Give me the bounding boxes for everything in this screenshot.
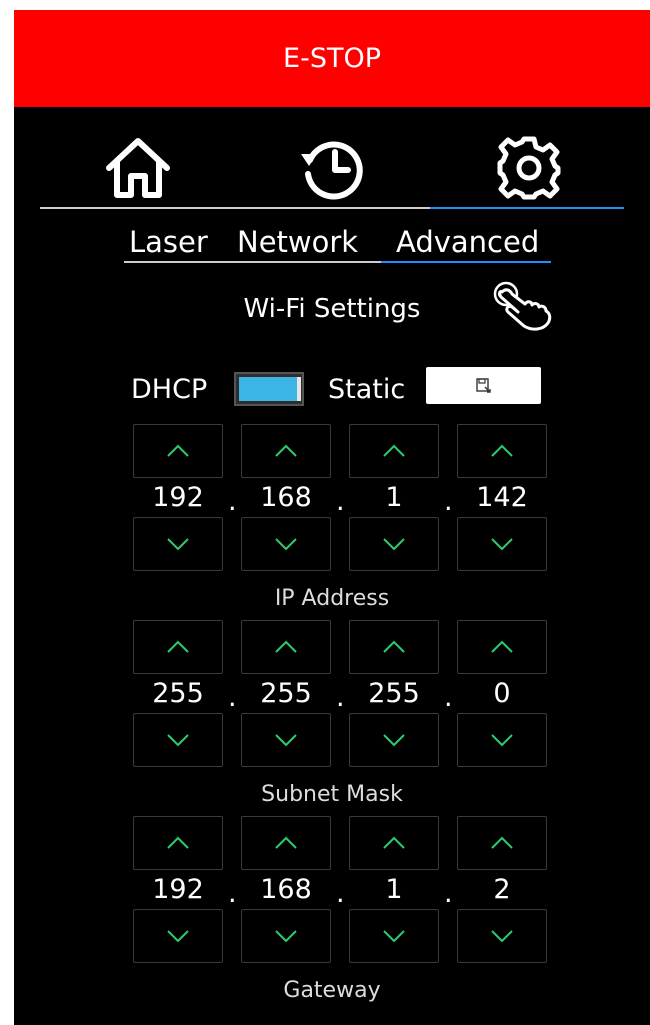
chevron-down-icon <box>383 538 405 551</box>
subnet-mask-octet-4: 0 <box>493 678 511 709</box>
gateway-octet-4-increment-button[interactable] <box>457 816 547 870</box>
octet-separator: . <box>228 486 237 517</box>
chevron-up-icon <box>491 444 513 457</box>
subnet-mask-octet-1: 255 <box>152 678 204 709</box>
octet-separator: . <box>444 682 453 713</box>
chevron-up-icon <box>491 836 513 849</box>
ip-address-octet-1: 192 <box>152 482 204 513</box>
chevron-up-icon <box>383 836 405 849</box>
dhcp-toggle-fill <box>239 377 301 401</box>
dhcp-label: DHCP <box>131 374 208 405</box>
chevron-down-icon <box>491 538 513 551</box>
chevron-up-icon <box>383 640 405 653</box>
gateway-octet-2: 168 <box>260 874 312 905</box>
nav-history[interactable] <box>292 130 372 205</box>
tab-advanced[interactable]: Advanced <box>396 222 539 262</box>
save-icon <box>475 377 491 393</box>
subnet-mask-octet-1-increment-button[interactable] <box>133 620 223 674</box>
chevron-down-icon <box>491 930 513 943</box>
hand-pointer-icon <box>493 281 552 331</box>
chevron-down-icon <box>383 930 405 943</box>
ip-address-label: IP Address <box>274 586 390 611</box>
ip-address-octet-2: 168 <box>260 482 312 513</box>
tab-network[interactable]: Network <box>237 222 358 262</box>
chevron-up-icon <box>275 640 297 653</box>
estop-button[interactable]: E-STOP <box>14 10 650 107</box>
gateway-octet-4: 2 <box>493 874 511 905</box>
ip-address-octet-3-increment-button[interactable] <box>349 424 439 478</box>
subnet-mask-octet-4-increment-button[interactable] <box>457 620 547 674</box>
chevron-up-icon <box>167 836 189 849</box>
static-label: Static <box>328 374 406 405</box>
octet-separator: . <box>228 878 237 909</box>
chevron-down-icon <box>275 538 297 551</box>
chevron-down-icon <box>167 930 189 943</box>
chevron-up-icon <box>275 444 297 457</box>
octet-separator: . <box>336 486 345 517</box>
subnet-mask-octet-2-decrement-button[interactable] <box>241 713 331 767</box>
subnet-mask-octet-3: 255 <box>368 678 420 709</box>
gateway-label: Gateway <box>283 978 381 1003</box>
chevron-up-icon <box>383 444 405 457</box>
chevron-up-icon <box>275 836 297 849</box>
octet-separator: . <box>336 682 345 713</box>
chevron-up-icon <box>167 640 189 653</box>
subtab-active-indicator <box>381 261 551 263</box>
octet-separator: . <box>444 486 453 517</box>
subnet-mask-label: Subnet Mask <box>261 782 403 807</box>
tab-laser[interactable]: Laser <box>129 222 208 262</box>
chevron-down-icon <box>167 734 189 747</box>
nav-underline <box>40 207 430 209</box>
ip-address-octet-3: 1 <box>385 482 403 513</box>
nav-settings[interactable] <box>489 130 569 205</box>
chevron-up-icon <box>491 640 513 653</box>
gateway-octet-3-increment-button[interactable] <box>349 816 439 870</box>
octet-separator: . <box>444 878 453 909</box>
nav-home[interactable] <box>98 130 178 205</box>
static-save-button[interactable] <box>426 367 541 404</box>
ip-address-octet-2-decrement-button[interactable] <box>241 517 331 571</box>
subnet-mask-octet-4-decrement-button[interactable] <box>457 713 547 767</box>
gateway-octet-2-increment-button[interactable] <box>241 816 331 870</box>
gateway-octet-1: 192 <box>152 874 204 905</box>
subnet-mask-octet-1-decrement-button[interactable] <box>133 713 223 767</box>
ip-address-octet-1-decrement-button[interactable] <box>133 517 223 571</box>
octet-separator: . <box>228 682 237 713</box>
gear-icon <box>497 136 561 199</box>
gateway-octet-1-decrement-button[interactable] <box>133 909 223 963</box>
app-window: E-STOP Laser Network Advanced Wi-Fi Sett… <box>14 10 650 1025</box>
nav-active-indicator <box>430 207 624 209</box>
subnet-mask-octet-3-increment-button[interactable] <box>349 620 439 674</box>
chevron-up-icon <box>167 444 189 457</box>
chevron-down-icon <box>383 734 405 747</box>
chevron-down-icon <box>275 930 297 943</box>
touch-pointer[interactable] <box>492 280 558 332</box>
gateway-octet-4-decrement-button[interactable] <box>457 909 547 963</box>
ip-address-octet-4-decrement-button[interactable] <box>457 517 547 571</box>
home-icon <box>106 137 170 198</box>
ip-address-octet-4-increment-button[interactable] <box>457 424 547 478</box>
octet-separator: . <box>336 878 345 909</box>
chevron-down-icon <box>167 538 189 551</box>
subtab-underline <box>124 261 381 263</box>
subtab-bar: Laser Network Advanced <box>124 222 554 262</box>
subnet-mask-octet-2: 255 <box>260 678 312 709</box>
ip-address-octet-2-increment-button[interactable] <box>241 424 331 478</box>
gateway-octet-3: 1 <box>385 874 403 905</box>
dhcp-toggle[interactable] <box>234 372 304 406</box>
subnet-mask-octet-2-increment-button[interactable] <box>241 620 331 674</box>
gateway-octet-1-increment-button[interactable] <box>133 816 223 870</box>
gateway-octet-3-decrement-button[interactable] <box>349 909 439 963</box>
ip-address-octet-3-decrement-button[interactable] <box>349 517 439 571</box>
history-icon <box>301 141 363 200</box>
ip-address-octet-4: 142 <box>476 482 528 513</box>
chevron-down-icon <box>275 734 297 747</box>
main-nav <box>14 130 650 205</box>
chevron-down-icon <box>491 734 513 747</box>
subnet-mask-octet-3-decrement-button[interactable] <box>349 713 439 767</box>
ip-address-octet-1-increment-button[interactable] <box>133 424 223 478</box>
gateway-octet-2-decrement-button[interactable] <box>241 909 331 963</box>
